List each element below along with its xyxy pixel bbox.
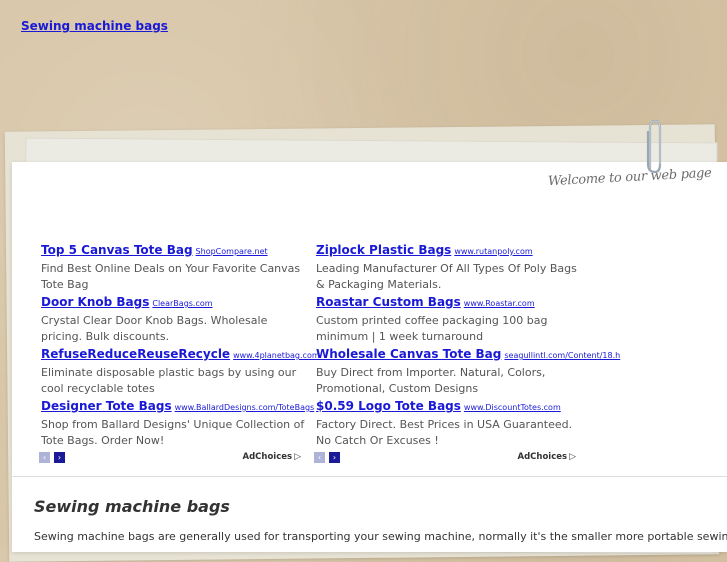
adchoices-icon: ▷ [294, 452, 301, 462]
adchoices-link[interactable]: AdChoices ▷ [243, 452, 302, 462]
adchoices-icon: ▷ [569, 452, 576, 462]
ad-url-link[interactable]: www.rutanpoly.com [454, 247, 532, 256]
ad-next-button[interactable]: › [54, 452, 65, 463]
ad-url-link[interactable]: ShopCompare.net [196, 247, 268, 256]
ad-item: Wholesale Canvas Tote Bag seagullintl.com… [316, 347, 620, 399]
ad-title-link[interactable]: Ziplock Plastic Bags [316, 243, 451, 257]
ad-item: Top 5 Canvas Tote Bag ShopCompare.net Fin… [41, 243, 311, 295]
ad-item: Ziplock Plastic Bags www.rutanpoly.com Le… [316, 243, 586, 295]
ad-nav-right: ‹ › AdChoices ▷ [314, 452, 576, 464]
ad-title-link[interactable]: Wholesale Canvas Tote Bag [316, 347, 501, 361]
ad-item: RefuseReduceReuseRecycle www.4planetbag.c… [41, 347, 320, 399]
ad-next-button[interactable]: › [329, 452, 340, 463]
content-divider [13, 476, 727, 477]
ad-title-link[interactable]: RefuseReduceReuseRecycle [41, 347, 230, 361]
ad-url-link[interactable]: www.4planetbag.com [233, 351, 320, 360]
ad-url-link[interactable]: www.Roastar.com [464, 299, 535, 308]
ad-title-link[interactable]: Door Knob Bags [41, 295, 149, 309]
ad-description: Factory Direct. Best Prices in USA Guara… [316, 418, 573, 447]
ad-description: Crystal Clear Door Knob Bags. Wholesale … [41, 314, 268, 343]
ad-description: Find Best Online Deals on Your Favorite … [41, 262, 301, 291]
article-heading: Sewing machine bags [34, 497, 230, 516]
ad-item: Roastar Custom Bags www.Roastar.com Custo… [316, 295, 586, 347]
ad-url-link[interactable]: ClearBags.com [152, 299, 212, 308]
article-body: Sewing machine bags are generally used f… [34, 530, 727, 543]
ad-prev-button[interactable]: ‹ [39, 452, 50, 463]
ad-url-link[interactable]: www.BallardDesigns.com/ToteBags [175, 403, 315, 412]
ad-nav-left: ‹ › AdChoices ▷ [39, 452, 301, 464]
ad-title-link[interactable]: Roastar Custom Bags [316, 295, 461, 309]
ad-prev-button[interactable]: ‹ [314, 452, 325, 463]
ad-description: Shop from Ballard Designs' Unique Collec… [41, 418, 305, 447]
adchoices-link[interactable]: AdChoices ▷ [518, 452, 577, 462]
ad-column-left: Top 5 Canvas Tote Bag ShopCompare.net Fin… [41, 243, 320, 451]
ad-description: Leading Manufacturer Of All Types Of Pol… [316, 262, 577, 291]
ad-column-right: Ziplock Plastic Bags www.rutanpoly.com Le… [316, 243, 620, 451]
ad-title-link[interactable]: Designer Tote Bags [41, 399, 172, 413]
ad-title-link[interactable]: $0.59 Logo Tote Bags [316, 399, 461, 413]
ad-description: Custom printed coffee packaging 100 bag … [316, 314, 548, 343]
top-link[interactable]: Sewing machine bags [21, 19, 168, 33]
ad-description: Buy Direct from Importer. Natural, Color… [316, 366, 546, 395]
ad-item: Door Knob Bags ClearBags.com Crystal Clea… [41, 295, 311, 347]
ad-item: $0.59 Logo Tote Bags www.DiscountTotes.co… [316, 399, 586, 451]
ad-item: Designer Tote Bags www.BallardDesigns.com… [41, 399, 314, 451]
ad-url-link[interactable]: www.DiscountTotes.com [464, 403, 561, 412]
ad-url-link[interactable]: seagullintl.com/Content/18.h [504, 351, 620, 360]
ad-description: Eliminate disposable plastic bags by usi… [41, 366, 297, 395]
ad-title-link[interactable]: Top 5 Canvas Tote Bag [41, 243, 193, 257]
